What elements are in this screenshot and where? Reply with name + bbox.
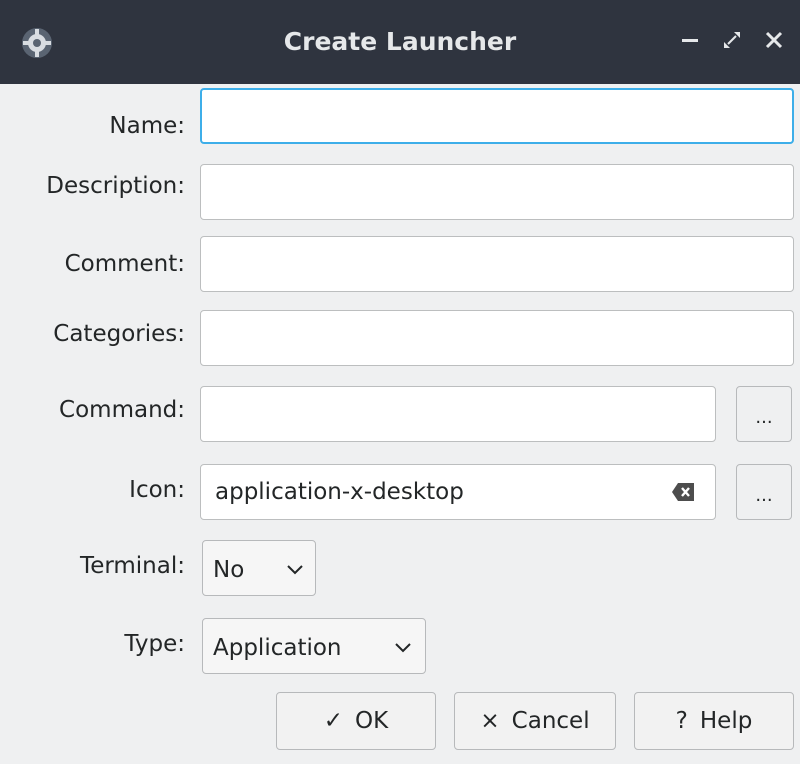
terminal-label: Terminal: (80, 553, 185, 579)
categories-field[interactable] (200, 310, 794, 366)
minimize-icon[interactable] (676, 26, 704, 54)
title-bar[interactable]: Create Launcher (0, 0, 800, 84)
help-label: Help (699, 708, 753, 734)
icon-value: application-x-desktop (215, 479, 464, 505)
name-label: Name: (109, 113, 185, 139)
launcher-form: Name: Description: Comment: Categories: … (0, 84, 800, 764)
command-browse-button[interactable]: ... (736, 386, 792, 442)
description-label: Description: (46, 173, 185, 199)
window-title: Create Launcher (283, 27, 517, 56)
ok-label: OK (355, 708, 389, 734)
close-icon[interactable] (760, 26, 788, 54)
type-label: Type: (124, 631, 185, 657)
help-icon: ? (675, 708, 688, 734)
restore-icon[interactable] (718, 26, 746, 54)
cancel-button[interactable]: × Cancel (454, 692, 616, 750)
terminal-select[interactable]: No (202, 540, 316, 596)
comment-label: Comment: (64, 251, 185, 277)
gear-icon[interactable] (20, 26, 54, 60)
clear-text-icon[interactable] (671, 482, 695, 502)
cancel-icon: × (480, 708, 500, 734)
command-label: Command: (59, 397, 185, 423)
name-field[interactable] (200, 88, 794, 144)
type-value: Application (213, 635, 342, 661)
chevron-down-icon (287, 565, 303, 575)
categories-label: Categories: (53, 321, 185, 347)
icon-browse-button[interactable]: ... (736, 464, 792, 520)
type-select[interactable]: Application (202, 618, 426, 674)
terminal-value: No (213, 557, 245, 583)
chevron-down-icon (395, 643, 411, 653)
icon-label: Icon: (129, 477, 185, 503)
description-field[interactable] (200, 164, 794, 220)
icon-field[interactable]: application-x-desktop (200, 464, 716, 520)
check-icon: ✓ (323, 708, 344, 734)
ok-button[interactable]: ✓ OK (276, 692, 436, 750)
command-field[interactable] (200, 386, 716, 442)
cancel-label: Cancel (511, 708, 590, 734)
help-button[interactable]: ? Help (634, 692, 794, 750)
comment-field[interactable] (200, 236, 794, 292)
